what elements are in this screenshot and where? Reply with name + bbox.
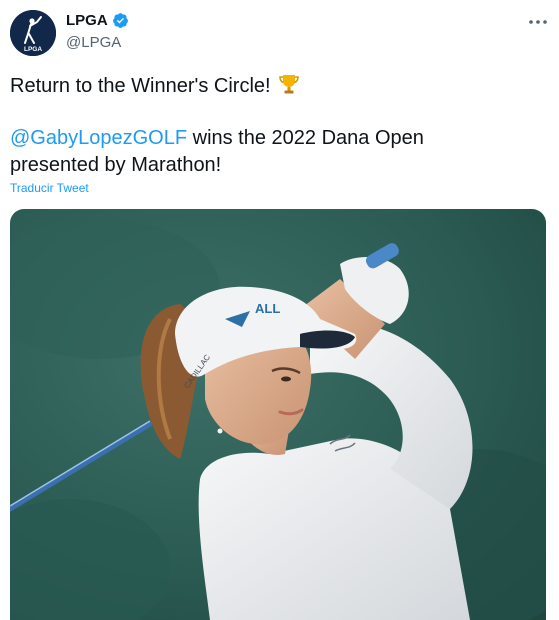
tweet-photo[interactable]: ALL CADILLAC [10, 209, 546, 620]
author-handle[interactable]: @LPGA [66, 34, 121, 51]
lpga-logo-icon: LPGA [10, 10, 56, 56]
author-display-name[interactable]: LPGA [66, 12, 108, 29]
translate-tweet-link[interactable]: Traducir Tweet [10, 181, 89, 195]
tweet-card: LPGA LPGA @LPGA Return to the Winner's C… [0, 0, 559, 620]
more-dots-icon [529, 20, 547, 24]
cap-logo-text: ALL [255, 301, 280, 316]
golfer-photo: ALL CADILLAC [10, 209, 546, 620]
trophy-icon [278, 75, 299, 94]
mention-link[interactable]: @GabyLopezGOLF [10, 127, 187, 149]
tweet-text-line-3: presented by Marathon! [10, 154, 222, 176]
tweet-text-rest: wins the 2022 Dana Open [187, 127, 424, 149]
verified-badge-icon [112, 13, 128, 28]
author-avatar[interactable]: LPGA [10, 10, 56, 56]
tweet-text-line-2: @GabyLopezGOLF wins the 2022 Dana Open [10, 125, 424, 151]
author-name-row: LPGA [66, 12, 129, 29]
tweet-text-line-1: Return to the Winner's Circle! [10, 72, 301, 99]
tweet-headline: Return to the Winner's Circle! [10, 75, 271, 97]
avatar-logo-text: LPGA [24, 46, 42, 53]
more-options-button[interactable] [526, 12, 550, 32]
